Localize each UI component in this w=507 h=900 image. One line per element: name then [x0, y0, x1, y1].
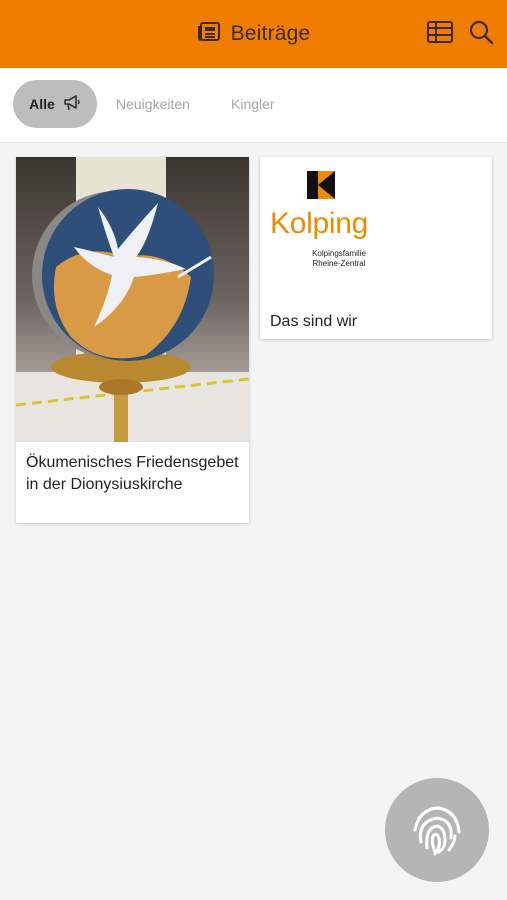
megaphone-icon: [63, 94, 81, 114]
post-card[interactable]: Ökumenisches Friedensgebet in der Dionys…: [16, 157, 249, 523]
tab-label: Alle: [29, 96, 55, 112]
tab-alle[interactable]: Alle: [13, 80, 97, 128]
tab-label: Neuigkeiten: [116, 96, 190, 112]
kolping-logo: Kolping Kolpingsfamilie Rheine-Zentral: [260, 157, 492, 304]
table-icon: [427, 20, 453, 48]
post-image: Kolping Kolpingsfamilie Rheine-Zentral: [260, 157, 492, 304]
tab-kingler[interactable]: Kingler: [231, 80, 275, 128]
kolping-wordmark: Kolping: [270, 207, 368, 240]
fingerprint-button[interactable]: [385, 778, 489, 882]
search-button[interactable]: [467, 20, 495, 48]
table-view-button[interactable]: [426, 20, 454, 48]
search-icon: [468, 19, 494, 50]
post-title: Das sind wir: [270, 313, 358, 330]
tab-label: Kingler: [231, 96, 275, 112]
tab-neuigkeiten[interactable]: Neuigkeiten: [116, 80, 190, 128]
post-card[interactable]: Kolping Kolpingsfamilie Rheine-Zentral D…: [260, 157, 492, 339]
newspaper-icon: [197, 21, 221, 48]
fingerprint-icon: [405, 796, 469, 865]
app-header: Beiträge: [0, 0, 507, 68]
category-tabs: Alle Neuigkeiten Kingler: [0, 68, 507, 143]
post-image: [16, 157, 249, 442]
kolping-subtitle: Kolpingsfamilie Rheine-Zentral: [312, 249, 366, 268]
page-title: Beiträge: [230, 22, 311, 45]
post-title: Ökumenisches Friedensgebet in der Dionys…: [26, 454, 239, 493]
